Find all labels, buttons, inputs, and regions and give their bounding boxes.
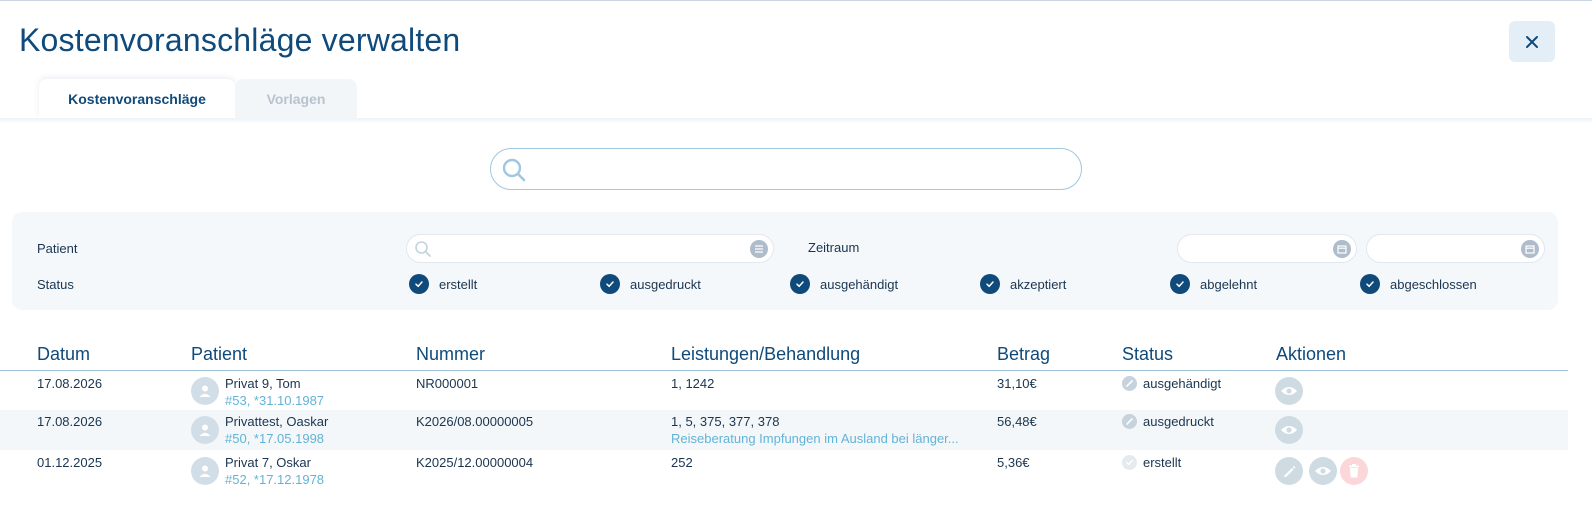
status-check-ausgedruckt[interactable]: ausgedruckt (600, 274, 701, 294)
eye-icon (1281, 426, 1297, 434)
row-patient-name[interactable]: Privattest, Oaskar (225, 414, 328, 429)
edit-button[interactable] (1275, 457, 1303, 485)
user-icon (199, 424, 211, 436)
patient-filter-label: Patient (37, 241, 78, 256)
main-search[interactable] (490, 148, 1082, 190)
user-icon (199, 385, 211, 397)
eye-icon (1281, 387, 1297, 395)
list-icon[interactable] (750, 240, 768, 258)
row-status: erstellt (1143, 455, 1182, 470)
column-header-datum[interactable]: Datum (37, 344, 90, 365)
checkbox-checked-icon (980, 274, 1000, 294)
row-betrag: 56,48€ (997, 414, 1037, 429)
status-icon-created (1122, 455, 1137, 470)
tab-bar: Kostenvoranschläge Vorlagen (39, 79, 357, 119)
status-check-label: abgeschlossen (1390, 276, 1477, 292)
row-datum: 17.08.2026 (37, 414, 103, 429)
row-betrag: 31,10€ (997, 376, 1037, 391)
avatar (191, 457, 219, 485)
calendar-glyph-icon (1337, 245, 1347, 254)
status-icon-printed (1122, 414, 1137, 429)
calendar-icon[interactable] (1521, 240, 1539, 258)
avatar (191, 377, 219, 405)
status-check-label: abgelehnt (1200, 276, 1258, 292)
view-button[interactable] (1275, 377, 1303, 405)
avatar (191, 416, 219, 444)
checkbox-checked-icon (790, 274, 810, 294)
column-header-nummer[interactable]: Nummer (416, 344, 485, 365)
row-datum: 17.08.2026 (37, 376, 103, 391)
status-check-ausgehaendigt[interactable]: ausgehändigt (790, 274, 898, 294)
patient-filter-input[interactable] (406, 234, 774, 263)
status-check-label: erstellt (439, 276, 478, 292)
checkbox-checked-icon (409, 274, 429, 294)
close-button[interactable] (1509, 21, 1555, 62)
eye-icon (1315, 467, 1331, 475)
row-patient-sub: #53, *31.10.1987 (225, 393, 325, 408)
row-nummer: K2025/12.00000004 (416, 455, 534, 470)
calendar-icon[interactable] (1333, 240, 1351, 258)
tab-kostenvoranschlaege[interactable]: Kostenvoranschläge (39, 79, 235, 119)
date-to-input[interactable] (1366, 234, 1545, 263)
row-patient-name[interactable]: Privat 9, Tom (225, 376, 301, 391)
checkbox-checked-icon (600, 274, 620, 294)
row-nummer: NR000001 (416, 376, 479, 391)
status-check-label: akzeptiert (1010, 276, 1067, 292)
row-status: ausgedruckt (1143, 414, 1214, 429)
view-button[interactable] (1275, 416, 1303, 444)
search-input[interactable] (535, 155, 1065, 183)
table-row[interactable]: 17.08.2026 Privat 9, Tom #53, *31.10.198… (0, 371, 1568, 409)
status-check-abgelehnt[interactable]: abgelehnt (1170, 274, 1257, 294)
user-icon (199, 465, 211, 477)
status-icon-printed (1122, 376, 1137, 391)
row-leistungen: 1, 5, 375, 377, 378 (671, 414, 780, 429)
status-check-akzeptiert[interactable]: akzeptiert (980, 274, 1066, 294)
delete-button[interactable] (1340, 457, 1368, 485)
tab-divider (0, 118, 1592, 124)
search-icon (502, 158, 526, 182)
checkbox-checked-icon (1360, 274, 1380, 294)
status-check-label: ausgedruckt (630, 276, 701, 292)
row-datum: 01.12.2025 (37, 455, 103, 470)
status-check-label: ausgehändigt (820, 276, 899, 292)
row-betrag: 5,36€ (997, 455, 1030, 470)
trash-icon (1349, 464, 1359, 478)
table-row[interactable]: 17.08.2026 Privattest, Oaskar #50, *17.0… (0, 410, 1568, 450)
date-from-input[interactable] (1177, 234, 1357, 263)
table-row[interactable]: 01.12.2025 Privat 7, Oskar #52, *17.12.1… (0, 451, 1568, 491)
pencil-icon (1284, 466, 1296, 477)
row-patient-sub: #50, *17.05.1998 (225, 431, 325, 446)
status-filter-label: Status (37, 277, 74, 292)
status-check-erstellt[interactable]: erstellt (409, 274, 477, 294)
tab-vorlagen[interactable]: Vorlagen (235, 79, 357, 119)
view-button[interactable] (1309, 457, 1337, 485)
column-header-aktionen: Aktionen (1276, 344, 1347, 364)
zeitraum-label: Zeitraum (808, 240, 860, 255)
page-title: Kostenvoranschläge verwalten (19, 22, 461, 58)
search-icon (415, 241, 431, 257)
row-leistungen: 252 (671, 455, 693, 470)
column-header-leistungen[interactable]: Leistungen/Behandlung (671, 344, 860, 365)
row-leistungen: 1, 1242 (671, 376, 715, 391)
row-patient-sub: #52, *17.12.1978 (225, 472, 325, 487)
top-border (0, 0, 1592, 1)
column-header-betrag[interactable]: Betrag (997, 344, 1050, 365)
checkbox-checked-icon (1170, 274, 1190, 294)
status-check-abgeschlossen[interactable]: abgeschlossen (1360, 274, 1477, 294)
column-header-patient[interactable]: Patient (191, 344, 247, 365)
column-header-status[interactable]: Status (1122, 344, 1173, 365)
row-status: ausgehändigt (1143, 376, 1222, 391)
row-patient-name[interactable]: Privat 7, Oskar (225, 455, 311, 470)
calendar-glyph-icon (1525, 245, 1535, 254)
row-nummer: K2026/08.00000005 (416, 414, 534, 429)
list-lines-icon (755, 245, 763, 253)
close-icon (1526, 35, 1538, 48)
row-leistungen-sub: Reiseberatung Impfungen im Ausland bei l… (671, 431, 959, 446)
